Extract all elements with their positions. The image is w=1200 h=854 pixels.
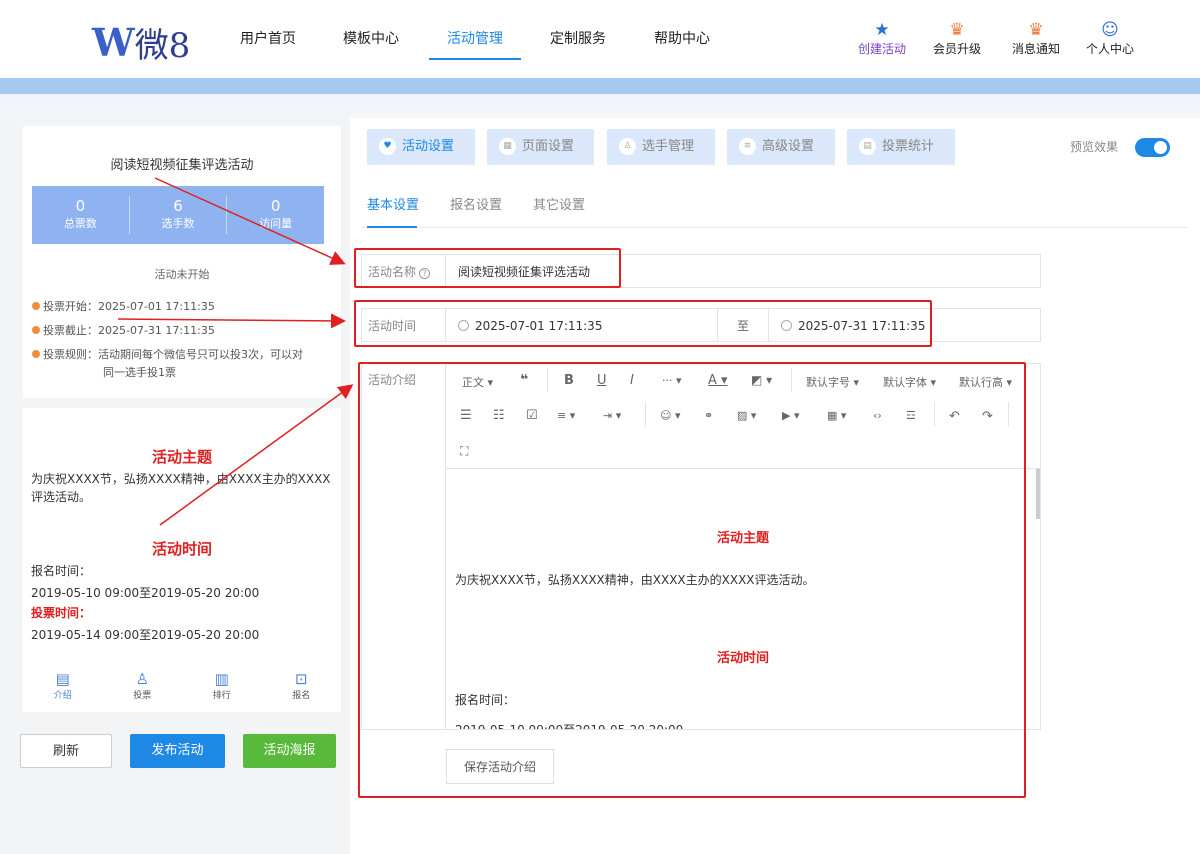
arrow-to-intro bbox=[159, 384, 354, 526]
arrow-to-time bbox=[117, 313, 346, 329]
annotation-arrows bbox=[117, 177, 354, 526]
arrow-to-name bbox=[154, 177, 346, 265]
